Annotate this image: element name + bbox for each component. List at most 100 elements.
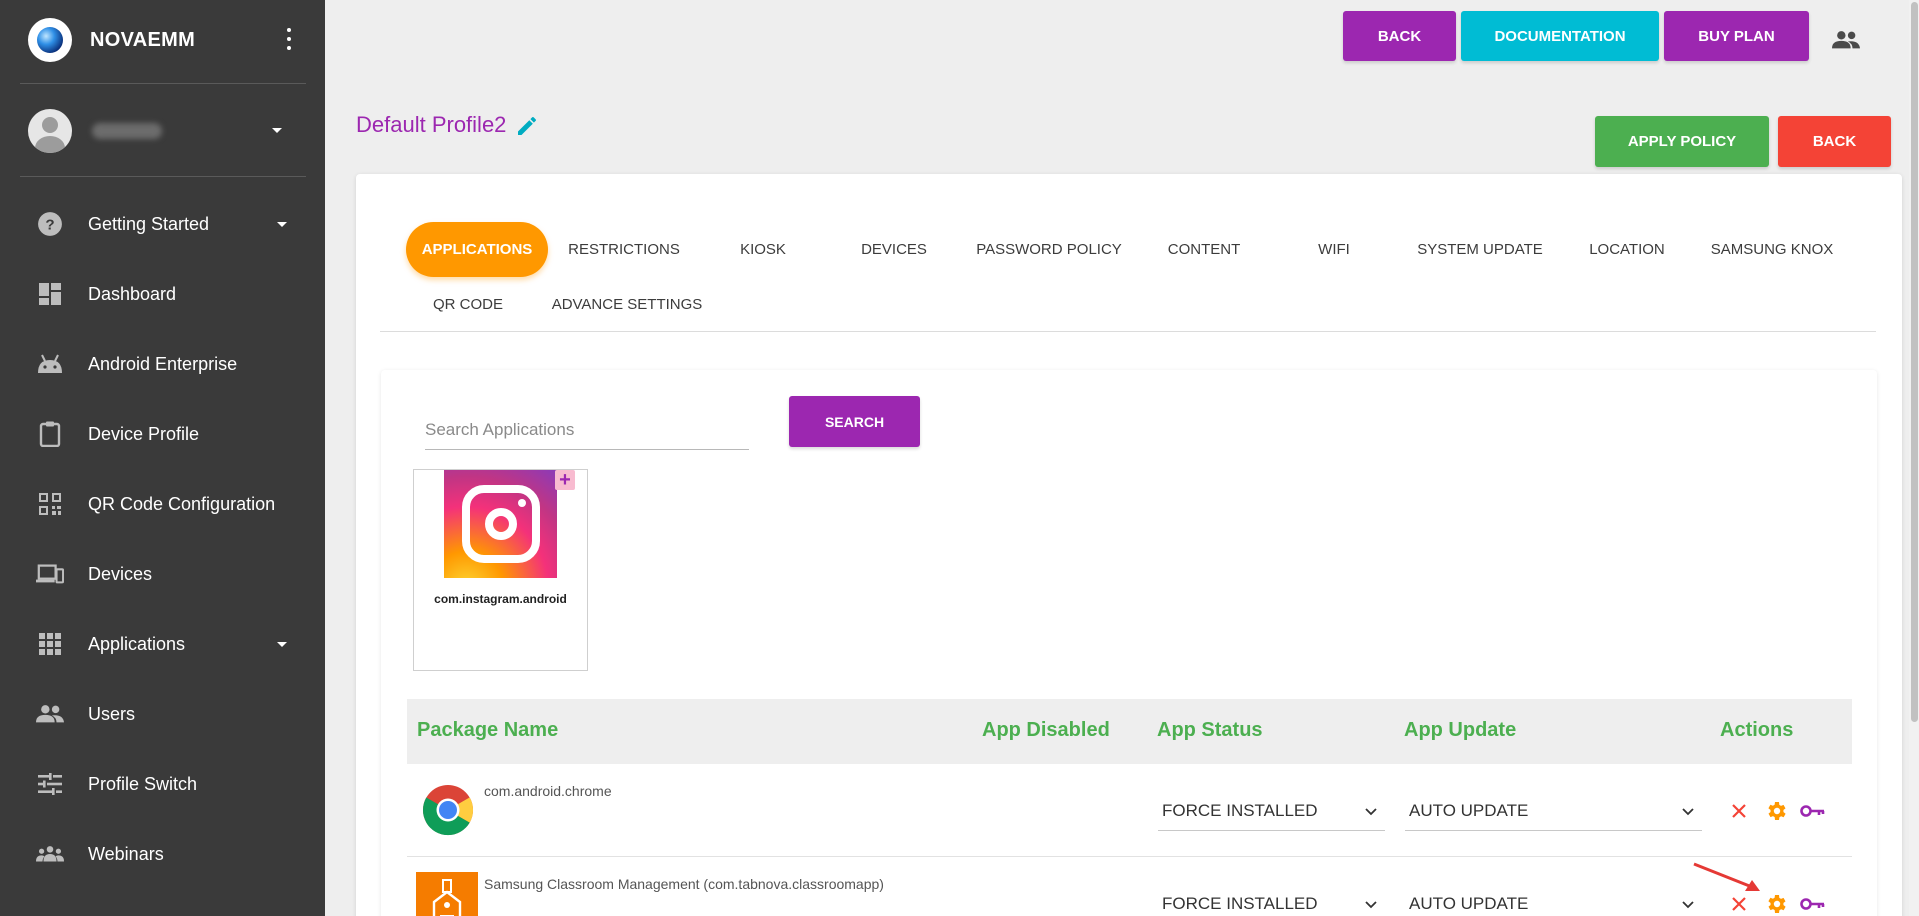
search-button[interactable]: SEARCH (789, 396, 920, 447)
tab-restrictions[interactable]: RESTRICTIONS (555, 222, 693, 277)
package-name: Samsung Classroom Management (com.tabnov… (484, 876, 884, 892)
sidebar-item-android-enterprise[interactable]: Android Enterprise (0, 329, 325, 399)
sidebar-item-label: Dashboard (88, 283, 177, 304)
sidebar-item-device-profile[interactable]: Device Profile (0, 399, 325, 469)
search-input[interactable] (425, 410, 749, 450)
settings-gear-icon[interactable] (1764, 799, 1788, 823)
sidebar-item-label: Android Enterprise (88, 353, 238, 374)
app-update-select[interactable]: AUTO UPDATE (1405, 884, 1702, 916)
classroom-icon (416, 872, 478, 916)
brand-logo (28, 18, 72, 62)
tab-kiosk[interactable]: KIOSK (700, 222, 826, 277)
sidebar-divider (20, 83, 306, 84)
app-package-name: com.instagram.android (434, 592, 567, 606)
tab-divider (380, 331, 1876, 332)
sidebar-item-label: Device Profile (88, 423, 200, 444)
app-status-select[interactable]: FORCE INSTALLED (1158, 791, 1385, 831)
tab-devices[interactable]: DEVICES (832, 222, 956, 277)
page-title: Default Profile2 (356, 112, 507, 137)
tune-icon (36, 770, 64, 798)
apps-grid-icon (36, 630, 64, 658)
chevron-down-icon (1682, 808, 1694, 816)
sidebar-item-users[interactable]: Users (0, 679, 325, 749)
app-status-value: FORCE INSTALLED (1162, 800, 1318, 820)
apply-policy-button[interactable]: APPLY POLICY (1595, 116, 1769, 167)
sidebar: NOVAEMM ? Getting Started Dashboard Andr… (0, 0, 325, 916)
devices-icon (36, 560, 64, 588)
app-update-value: AUTO UPDATE (1409, 800, 1529, 820)
app-status-select[interactable]: FORCE INSTALLED (1158, 884, 1385, 916)
account-people-icon[interactable] (1832, 30, 1860, 52)
sidebar-item-devices[interactable]: Devices (0, 539, 325, 609)
clipboard-icon (36, 420, 64, 448)
sidebar-item-label: Getting Started (88, 213, 210, 234)
avatar (28, 109, 72, 153)
chevron-down-icon (1682, 901, 1694, 909)
brand: NOVAEMM (28, 18, 298, 62)
qr-code-icon (36, 490, 64, 518)
profile-back-button[interactable]: BACK (1778, 116, 1891, 167)
sidebar-item-dashboard[interactable]: Dashboard (0, 259, 325, 329)
plus-icon[interactable]: + (555, 470, 575, 490)
tab-qr-code[interactable]: QR CODE (406, 277, 530, 332)
tab-content[interactable]: CONTENT (1142, 222, 1266, 277)
caret-down-icon (272, 128, 282, 133)
sidebar-item-webinars[interactable]: Webinars (0, 819, 325, 889)
sidebar-item-label: Webinars (88, 843, 164, 864)
row-divider (407, 856, 1852, 857)
dashboard-icon (36, 280, 64, 308)
buy-plan-button[interactable]: BUY PLAN (1664, 11, 1809, 61)
caret-down-icon (277, 221, 287, 227)
sidebar-item-label: Profile Switch (88, 773, 198, 794)
documentation-button[interactable]: DOCUMENTATION (1461, 11, 1659, 61)
column-header-app-update: App Update (1404, 719, 1517, 741)
tab-system-update[interactable]: SYSTEM UPDATE (1402, 222, 1558, 277)
remove-close-icon[interactable] (1728, 800, 1752, 824)
sidebar-item-label: Devices (88, 563, 153, 584)
key-icon[interactable] (1800, 799, 1825, 823)
remove-close-icon[interactable] (1728, 893, 1752, 916)
app-status-value: FORCE INSTALLED (1162, 893, 1318, 913)
chrome-icon (422, 784, 474, 836)
scrollbar-thumb[interactable] (1911, 2, 1918, 722)
more-vert-icon[interactable] (286, 28, 292, 50)
sidebar-item-getting-started[interactable]: ? Getting Started (0, 189, 325, 259)
chevron-down-icon (1365, 808, 1377, 816)
user-name-blurred (92, 123, 162, 139)
annotation-arrow (1693, 862, 1760, 891)
sidebar-item-applications[interactable]: Applications (0, 609, 325, 679)
app-update-select[interactable]: AUTO UPDATE (1405, 791, 1702, 831)
sidebar-item-qr-code-configuration[interactable]: QR Code Configuration (0, 469, 325, 539)
user-menu[interactable] (28, 106, 298, 156)
column-header-actions: Actions (1720, 719, 1794, 741)
sidebar-item-profile-switch[interactable]: Profile Switch (0, 749, 325, 819)
tab-password-policy[interactable]: PASSWORD POLICY (962, 222, 1136, 277)
chevron-down-icon (1365, 901, 1377, 909)
android-icon (36, 350, 64, 378)
column-header-app-disabled: App Disabled (982, 719, 1110, 741)
column-header-package: Package Name (417, 719, 559, 741)
app-update-value: AUTO UPDATE (1409, 893, 1529, 913)
applications-panel (381, 370, 1877, 916)
app-result-tile[interactable]: + com.instagram.android (413, 469, 588, 671)
sidebar-divider (20, 176, 306, 177)
people-icon (36, 700, 64, 728)
column-header-app-status: App Status (1157, 719, 1263, 741)
svg-text:?: ? (45, 216, 54, 233)
groups-icon (36, 840, 64, 868)
table-header (407, 699, 1852, 764)
tab-advance-settings[interactable]: ADVANCE SETTINGS (536, 277, 718, 332)
sidebar-item-label: QR Code Configuration (88, 493, 276, 514)
key-icon[interactable] (1800, 892, 1825, 916)
tab-applications[interactable]: APPLICATIONS (406, 222, 548, 277)
tab-location[interactable]: LOCATION (1564, 222, 1690, 277)
edit-pencil-icon[interactable] (515, 114, 541, 140)
instagram-icon (444, 470, 557, 578)
tab-wifi[interactable]: WIFI (1272, 222, 1396, 277)
header-back-button[interactable]: BACK (1343, 11, 1456, 61)
tab-samsung-knox[interactable]: SAMSUNG KNOX (1696, 222, 1848, 277)
sidebar-item-label: Applications (88, 633, 186, 654)
help-circle-icon: ? (36, 210, 64, 238)
package-name: com.android.chrome (484, 783, 612, 799)
sidebar-item-label: Users (88, 703, 136, 724)
